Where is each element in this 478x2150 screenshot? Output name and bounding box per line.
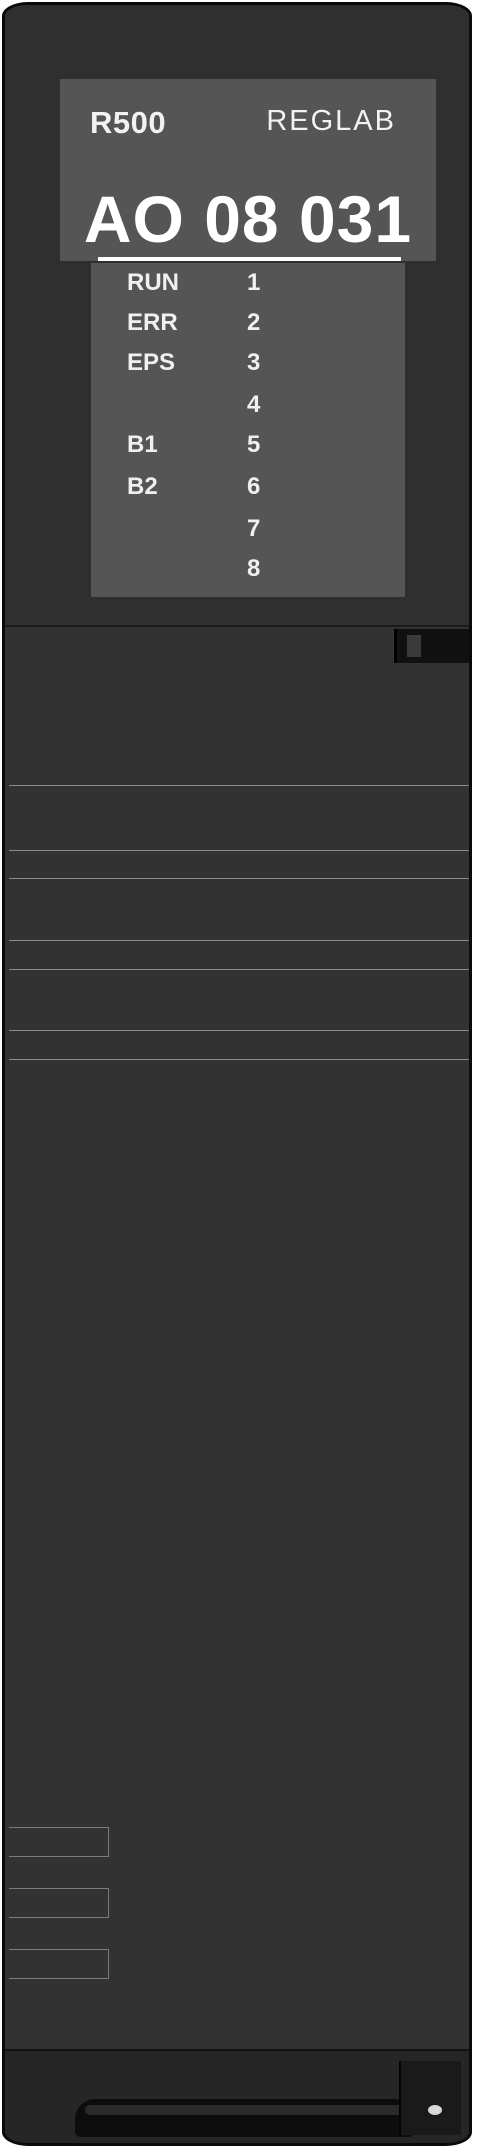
led-label: B1 — [127, 431, 158, 458]
label-plate: R500 REGLAB AO 08 031 — [60, 79, 436, 261]
led-row: RUN 1 — [91, 265, 405, 305]
housing-groove — [9, 785, 469, 786]
channel-number: 7 — [247, 515, 261, 542]
channel-number: 6 — [247, 473, 261, 500]
channel-number: 5 — [247, 431, 261, 458]
channel-number: 8 — [247, 555, 261, 582]
led-row: 4 — [91, 387, 405, 427]
io-module-housing: R500 REGLAB AO 08 031 RUN 1 ERR 2 EPS 3 … — [2, 2, 472, 2146]
locking-latch[interactable] — [394, 629, 469, 663]
channel-number: 3 — [247, 349, 261, 376]
channel-number: 1 — [247, 269, 261, 296]
bottom-cap — [5, 2049, 469, 2143]
brand-logo: REGLAB — [266, 105, 396, 137]
led-label: RUN — [127, 269, 179, 296]
led-row: B2 6 — [91, 469, 405, 509]
channel-number: 4 — [247, 391, 261, 418]
channel-number: 2 — [247, 309, 261, 336]
screw-terminal-icon[interactable] — [399, 2061, 461, 2135]
led-label: ERR — [127, 309, 178, 336]
led-row: 7 — [91, 511, 405, 551]
housing-groove — [9, 1030, 469, 1031]
housing-groove — [9, 850, 469, 851]
vent-slot — [9, 1949, 109, 1979]
housing-groove — [9, 940, 469, 941]
product-code: AO 08 031 — [83, 182, 413, 256]
led-row: ERR 2 — [91, 305, 405, 345]
led-label: B2 — [127, 473, 158, 500]
module-front-label-area: R500 REGLAB AO 08 031 RUN 1 ERR 2 EPS 3 … — [5, 5, 469, 627]
led-status-panel: RUN 1 ERR 2 EPS 3 4 B1 5 B2 6 7 8 — [91, 263, 405, 597]
model-name: R500 — [90, 105, 167, 140]
housing-groove — [9, 969, 469, 970]
vent-slot — [9, 1888, 109, 1918]
led-row: EPS 3 — [91, 345, 405, 385]
led-row: 8 — [91, 551, 405, 591]
vent-slot — [9, 1827, 109, 1857]
housing-groove — [9, 1059, 469, 1060]
led-label: EPS — [127, 349, 176, 376]
led-row: B1 5 — [91, 427, 405, 467]
release-handle[interactable] — [75, 2099, 415, 2137]
housing-groove — [9, 878, 469, 879]
label-divider — [98, 257, 401, 261]
